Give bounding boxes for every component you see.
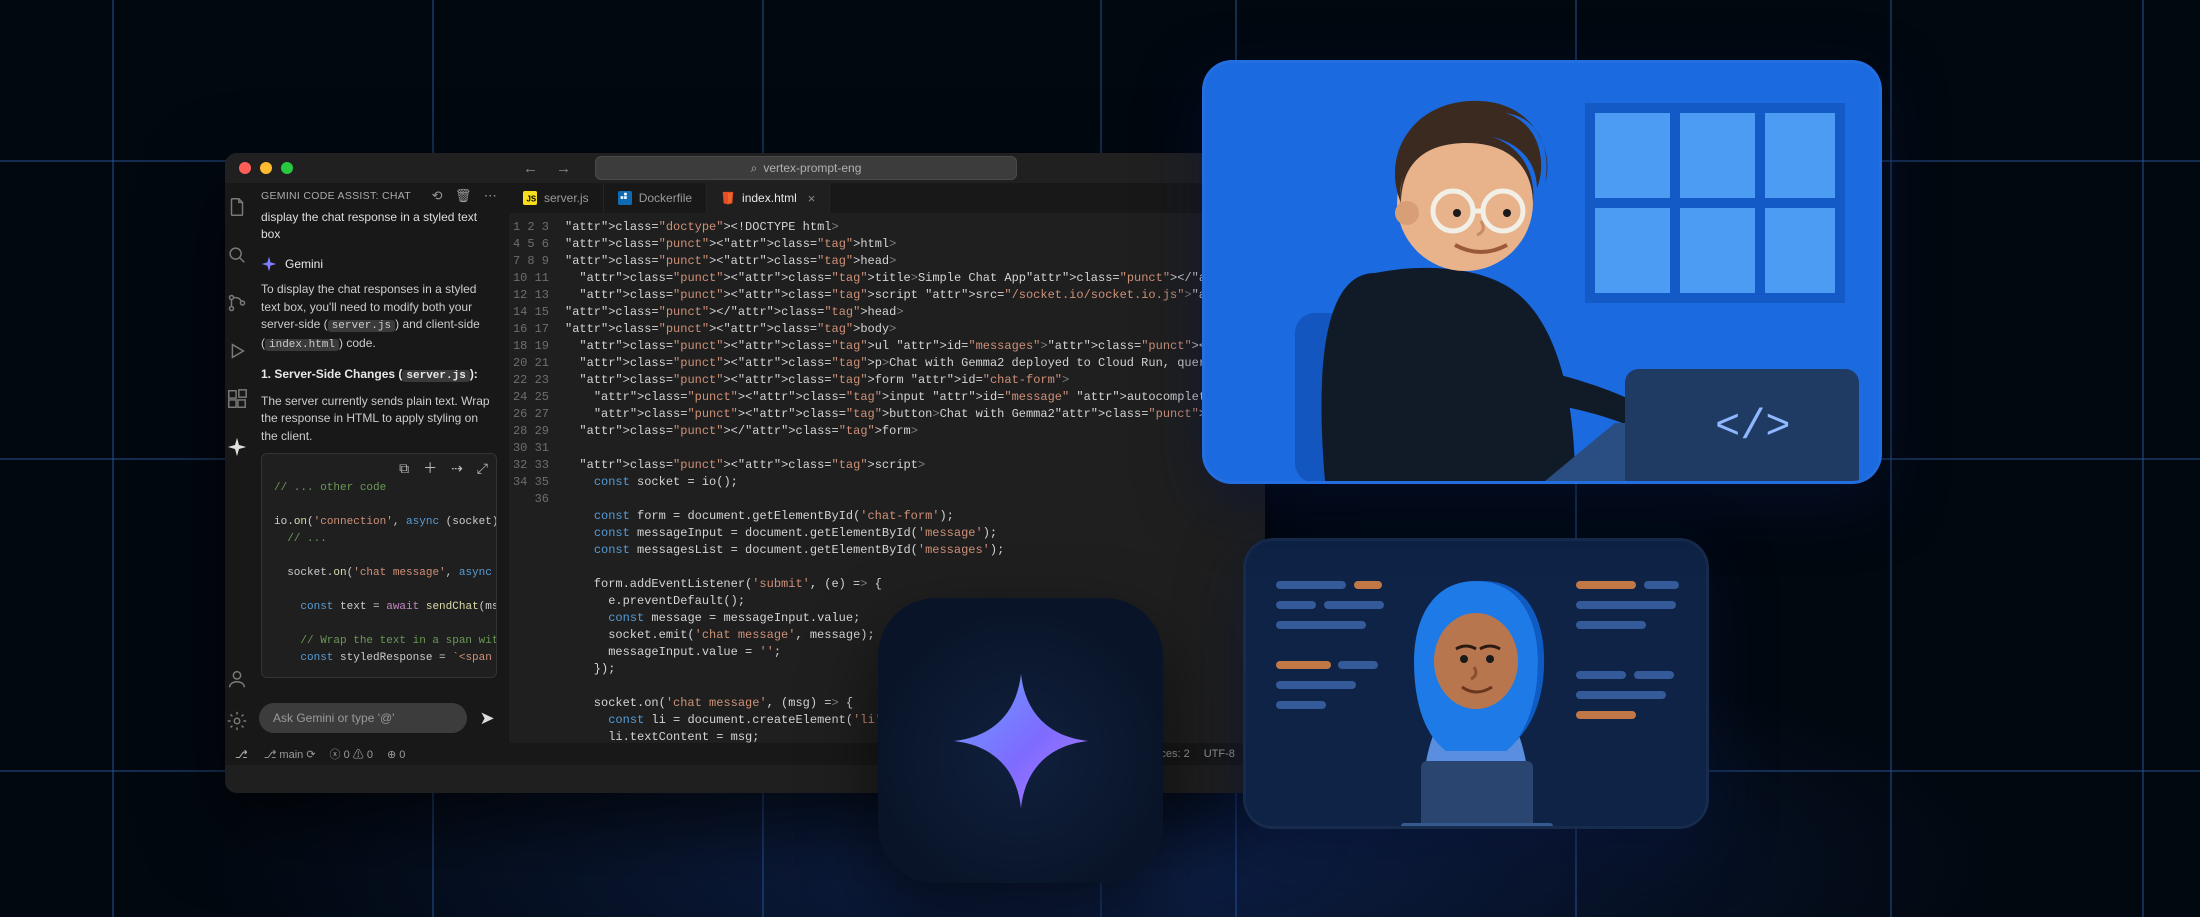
search-icon: ⌕ <box>751 161 758 176</box>
editor-tabs: JS server.js Dockerfile index.html × <box>509 183 1265 213</box>
snippet-code: // ... other code io.on('connection', as… <box>262 454 496 678</box>
code-suggestion-block: ⧉ ＋ ⇢ ⤢ // ... other code io.on('connect… <box>261 453 497 679</box>
extensions-icon[interactable] <box>225 387 249 411</box>
assistant-header: Gemini <box>261 256 497 273</box>
gemini-chat-panel: GEMINI CODE ASSIST: CHAT ⟲ 🗑 ⋯ display t… <box>249 183 509 743</box>
source-control-icon[interactable] <box>225 291 249 315</box>
run-debug-icon[interactable] <box>225 339 249 363</box>
insert-icon[interactable]: ＋ <box>423 460 437 480</box>
gemini-sparkle-icon[interactable] <box>225 435 249 459</box>
explorer-icon[interactable] <box>225 195 249 219</box>
tab-label: server.js <box>544 191 589 205</box>
tab-index-html[interactable]: index.html × <box>707 183 830 213</box>
assistant-response-p1: To display the chat responses in a style… <box>261 281 497 354</box>
user-prompt-truncated: display the chat response in a styled te… <box>261 209 497 244</box>
status-encoding[interactable]: UTF-8 <box>1204 748 1235 760</box>
docker-file-icon <box>618 191 632 205</box>
assistant-response-heading: 1. Server-Side Changes (server.js): <box>261 366 497 385</box>
tab-dockerfile[interactable]: Dockerfile <box>604 183 707 213</box>
minimize-window-button[interactable] <box>260 162 272 174</box>
gemini-logo-card <box>878 598 1163 883</box>
panel-title: GEMINI CODE ASSIST: CHAT <box>261 190 411 202</box>
tab-label: index.html <box>742 191 797 205</box>
tab-server-js[interactable]: JS server.js <box>509 183 604 213</box>
zoom-window-button[interactable] <box>281 162 293 174</box>
titlebar: ← → ⌕ vertex-prompt-eng <box>225 153 1265 183</box>
close-tab-icon[interactable]: × <box>808 191 816 206</box>
assistant-response-p2: The server currently sends plain text. W… <box>261 393 497 445</box>
activity-bar <box>225 183 249 743</box>
html-file-icon <box>721 191 735 205</box>
js-file-icon: JS <box>523 191 537 205</box>
illustration-developer-hijab <box>1243 538 1709 829</box>
tab-label: Dockerfile <box>639 191 692 205</box>
gemini-star-icon <box>261 256 277 272</box>
line-number-gutter: 1 2 3 4 5 6 7 8 9 10 11 12 13 14 15 16 1… <box>509 213 559 743</box>
account-icon[interactable] <box>225 667 249 691</box>
remote-indicator[interactable]: ⎇ <box>235 748 248 761</box>
gemini-diamond-icon <box>951 671 1091 811</box>
trash-icon[interactable]: 🗑 <box>455 188 472 204</box>
settings-gear-icon[interactable] <box>225 709 249 733</box>
window-controls <box>239 162 293 174</box>
refresh-icon[interactable]: ⟲ <box>432 188 443 204</box>
expand-icon[interactable]: ⤢ <box>477 460 488 480</box>
nav-forward-button[interactable]: → <box>556 160 571 177</box>
ports-indicator[interactable]: ⊕ 0 <box>387 748 405 761</box>
nav-back-button[interactable]: ← <box>523 160 538 177</box>
git-branch[interactable]: ⎇ main ⟳ <box>264 748 316 761</box>
ask-placeholder: Ask Gemini or type '@' <box>273 711 394 725</box>
diff-icon[interactable]: ⇢ <box>451 460 463 480</box>
ask-gemini-input[interactable]: Ask Gemini or type '@' <box>259 703 467 733</box>
search-text: vertex-prompt-eng <box>763 161 861 175</box>
copy-icon[interactable]: ⧉ <box>399 460 409 480</box>
svg-text:JS: JS <box>527 195 537 204</box>
close-window-button[interactable] <box>239 162 251 174</box>
more-icon[interactable]: ⋯ <box>484 188 497 204</box>
command-center[interactable]: ⌕ vertex-prompt-eng <box>595 156 1017 180</box>
problems-indicator[interactable]: ⓧ 0 ⚠ 0 <box>330 746 373 762</box>
assistant-name: Gemini <box>285 256 323 273</box>
send-button[interactable]: ➤ <box>475 708 499 729</box>
illustration-developer-glasses: </> <box>1202 60 1882 484</box>
search-activity-icon[interactable] <box>225 243 249 267</box>
svg-text:</>: </> <box>1715 403 1791 451</box>
